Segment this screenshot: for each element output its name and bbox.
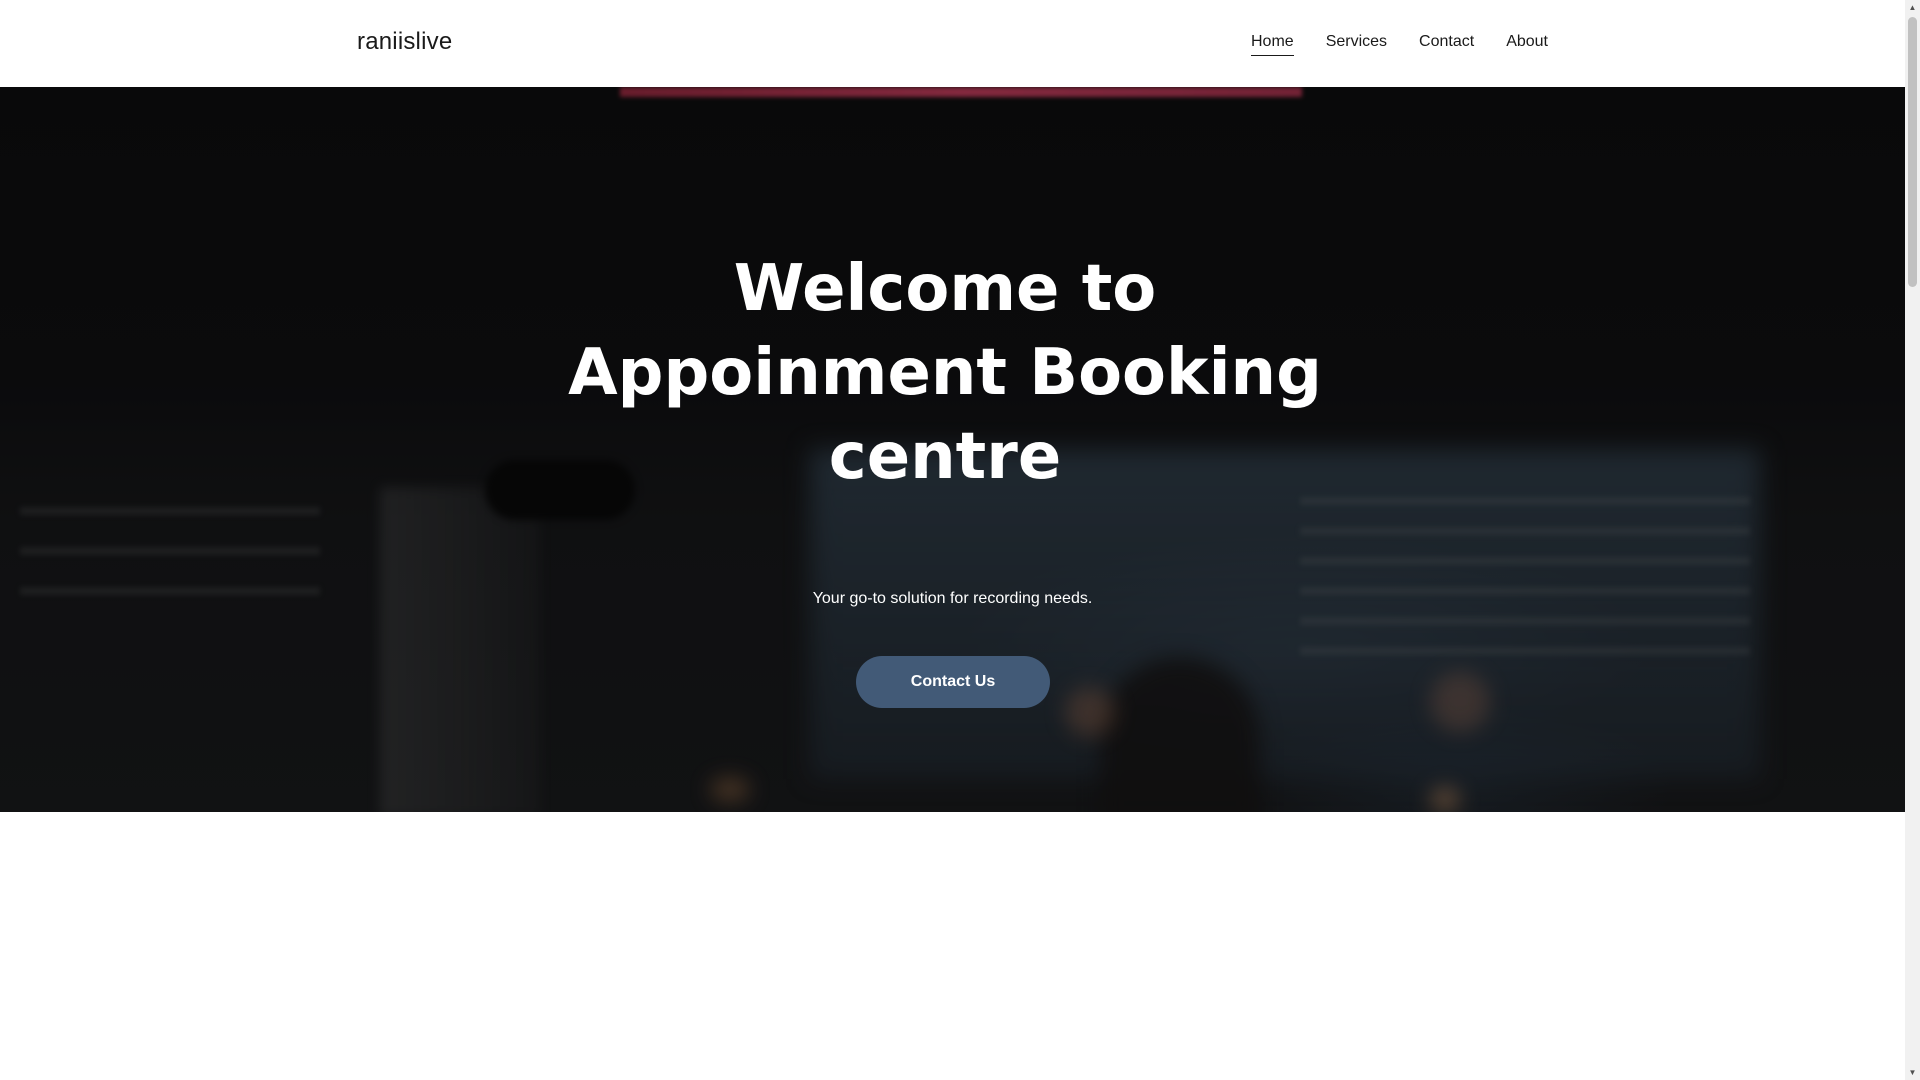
nav-item-about[interactable]: About — [1506, 32, 1548, 56]
page: raniislive Home Services Contact About W… — [0, 0, 1920, 1080]
contact-us-button[interactable]: Contact Us — [856, 656, 1050, 708]
nav-item-contact[interactable]: Contact — [1419, 32, 1474, 56]
nav-item-services[interactable]: Services — [1326, 32, 1387, 56]
hero-title-line: Welcome to — [733, 252, 1157, 326]
hero-title-line: Appoinment Booking — [568, 336, 1322, 410]
hero-title-line: centre — [828, 420, 1062, 494]
brand-logo-text[interactable]: raniislive — [357, 28, 452, 56]
arrow-down-icon[interactable]: ▼ — [1905, 1065, 1920, 1080]
nav-item-home[interactable]: Home — [1251, 32, 1294, 56]
hero-title: Welcome to Appoinment Booking centre — [0, 247, 1890, 499]
hero-subtitle: Your go-to solution for recording needs. — [812, 590, 1093, 607]
scrollbar-thumb[interactable] — [1908, 17, 1917, 287]
hero-section: Welcome to Appoinment Booking centre You… — [0, 87, 1905, 812]
arrow-up-icon[interactable]: ▲ — [1905, 0, 1920, 15]
main-nav: Home Services Contact About — [1251, 32, 1548, 56]
vertical-scrollbar[interactable]: ▲ ▼ — [1905, 0, 1920, 1080]
page-content: raniislive Home Services Contact About W… — [0, 0, 1905, 1080]
site-header: raniislive Home Services Contact About — [0, 0, 1905, 87]
